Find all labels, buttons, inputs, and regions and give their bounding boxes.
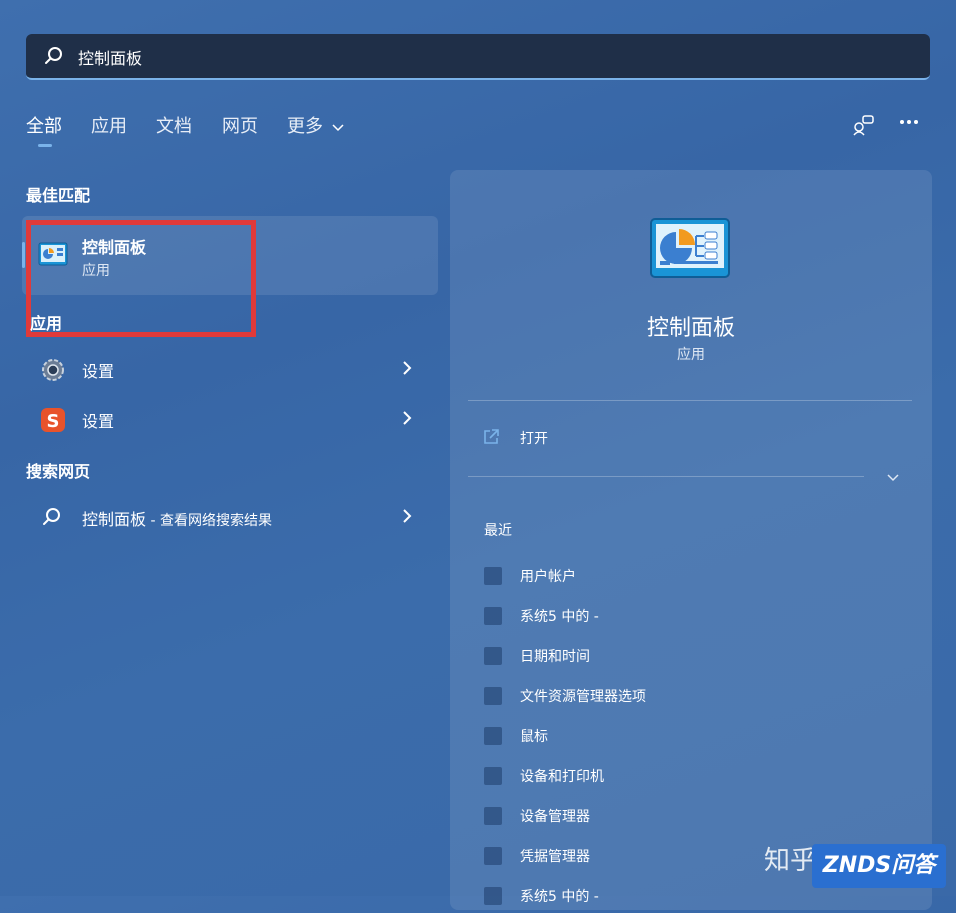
chevron-right-icon — [402, 360, 412, 380]
tab-all[interactable]: 全部 — [26, 112, 62, 138]
recent-item-label: 日期和时间 — [520, 649, 590, 665]
search-icon — [42, 507, 62, 531]
app-result-label: 设置 — [82, 362, 115, 381]
tab-more[interactable]: 更多 — [287, 112, 344, 138]
recent-item-label: 系统5 中的 - — [520, 889, 599, 905]
tab-documents[interactable]: 文档 — [156, 112, 192, 138]
active-tab-indicator — [38, 144, 52, 147]
recent-item-label: 系统5 中的 - — [520, 609, 599, 625]
divider — [468, 400, 912, 401]
web-search-result[interactable]: 控制面板 - 查看网络搜索结果 — [26, 495, 426, 539]
open-external-icon — [482, 428, 500, 450]
open-action-label: 打开 — [520, 431, 548, 447]
control-panel-icon — [650, 218, 730, 284]
recent-heading: 最近 — [484, 523, 512, 539]
search-box[interactable] — [26, 34, 930, 80]
app-result-settings[interactable]: 设置 — [26, 347, 426, 391]
expand-chevron-icon[interactable] — [886, 470, 900, 489]
divider — [468, 476, 864, 477]
recent-item-label: 用户帐户 — [520, 569, 576, 585]
sogou-icon: S — [40, 407, 66, 437]
recent-item-label: 设备和打印机 — [520, 769, 604, 785]
recent-item-label: 凭据管理器 — [520, 849, 590, 865]
search-input[interactable] — [76, 42, 900, 72]
zhihu-watermark: 知乎 — [764, 846, 817, 876]
share-icon[interactable] — [852, 114, 876, 140]
chevron-right-icon — [402, 410, 412, 430]
recent-item-icon — [484, 647, 502, 665]
apps-heading: 应用 — [30, 314, 63, 333]
tab-web[interactable]: 网页 — [222, 112, 258, 138]
panel-subtitle: 应用 — [677, 347, 705, 363]
znds-logo: ZNDS问答 — [812, 844, 946, 888]
recent-item-icon — [484, 807, 502, 825]
details-panel: 控制面板 应用 打开 最近 用户帐户 系统5 中的 - 日期和时间 文件资源管理… — [450, 170, 932, 910]
recent-item-label: 文件资源管理器选项 — [520, 689, 646, 705]
tab-apps[interactable]: 应用 — [91, 112, 127, 138]
app-result-label: 设置 — [82, 412, 115, 431]
web-search-query: 控制面板 — [82, 510, 147, 529]
recent-item-icon — [484, 767, 502, 785]
best-match-heading: 最佳匹配 — [26, 186, 91, 205]
chevron-right-icon — [402, 508, 412, 528]
recent-item-icon — [484, 887, 502, 905]
recent-item-label: 鼠标 — [520, 729, 548, 745]
recent-item-icon — [484, 727, 502, 745]
selection-indicator — [22, 242, 25, 268]
web-search-heading: 搜索网页 — [26, 462, 91, 481]
gear-icon — [40, 357, 66, 387]
svg-text:S: S — [47, 411, 60, 432]
recent-item-icon — [484, 607, 502, 625]
tab-more-label: 更多 — [287, 116, 323, 137]
recent-item-label: 设备管理器 — [520, 809, 590, 825]
web-search-suffix: - 查看网络搜索结果 — [146, 513, 272, 529]
panel-title: 控制面板 — [646, 316, 735, 341]
web-search-label: 控制面板 - 查看网络搜索结果 — [82, 506, 272, 530]
app-result-sogou-settings[interactable]: S 设置 — [26, 397, 426, 441]
recent-item-icon — [484, 567, 502, 585]
recent-item-icon — [484, 687, 502, 705]
more-icon[interactable] — [899, 112, 919, 136]
chevron-down-icon — [332, 124, 344, 132]
search-icon — [44, 46, 64, 70]
recent-item-icon — [484, 847, 502, 865]
